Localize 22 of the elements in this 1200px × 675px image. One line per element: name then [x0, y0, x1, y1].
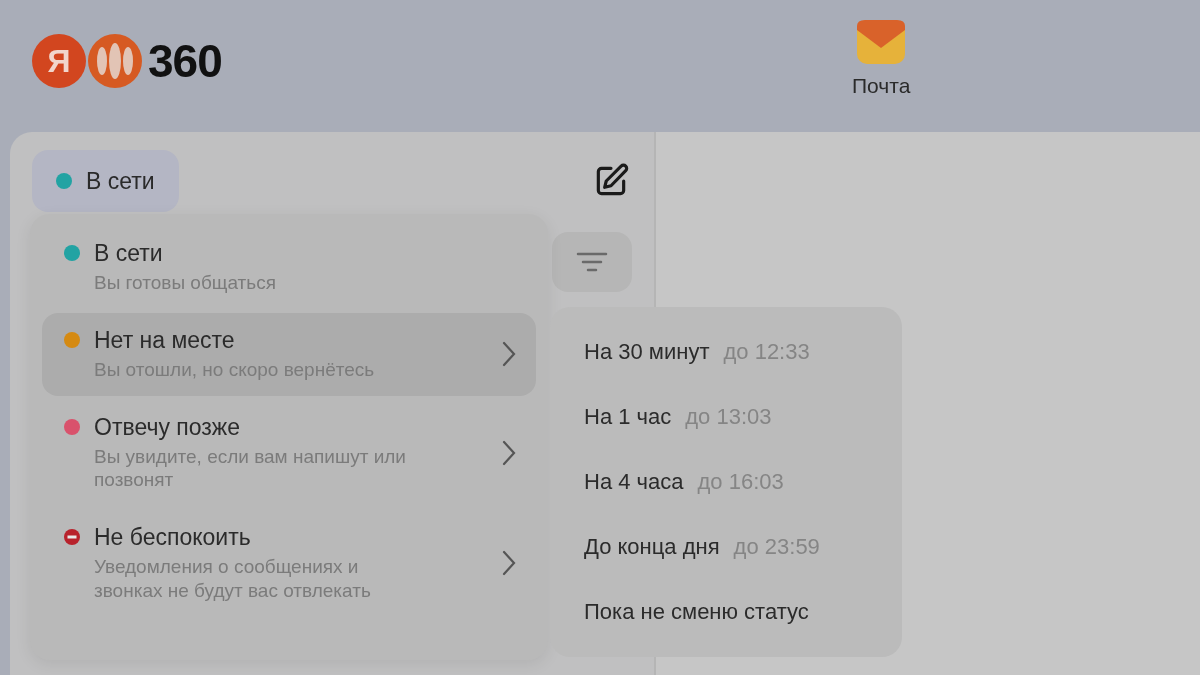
duration-option[interactable]: На 4 часа [584, 469, 684, 495]
duration-option[interactable]: Пока не сменю статус [584, 599, 809, 625]
status-description: Вы увидите, если вам напишут или позвонят [94, 444, 407, 492]
status-title: В сети [94, 240, 164, 267]
status-title: Нет на месте [94, 326, 236, 354]
status-description: Вы готовы общаться [94, 271, 277, 295]
status-menu-item[interactable]: Отвечу позже Вы увидите, если вам напишут или позвонят [42, 399, 536, 506]
filter-icon [576, 251, 608, 273]
logo-text: 360 [148, 34, 222, 88]
status-title: Не беспокоить [94, 524, 252, 551]
duration-option[interactable]: На 30 минут [584, 339, 710, 365]
duration-option[interactable]: До конца дня [584, 534, 720, 560]
filter-button[interactable] [552, 232, 632, 292]
messenger-logo-icon [88, 34, 142, 88]
yandex-logo: Я [32, 34, 86, 88]
status-title: Отвечу позже [94, 413, 241, 441]
mail-app-button[interactable]: Почта [852, 20, 911, 98]
status-description: Уведомления о сообщениях и звонках не будут вас отвлекать [94, 555, 372, 603]
status-button[interactable]: В сети [32, 150, 179, 212]
status-menu-item[interactable]: Не беспокоить Уведомления о сообщениях и звонках не будут вас отвлекать [42, 510, 536, 617]
status-menu-item[interactable]: В сети Вы готовы общаться [42, 226, 536, 309]
duration-option[interactable]: На 1 час [584, 404, 672, 430]
